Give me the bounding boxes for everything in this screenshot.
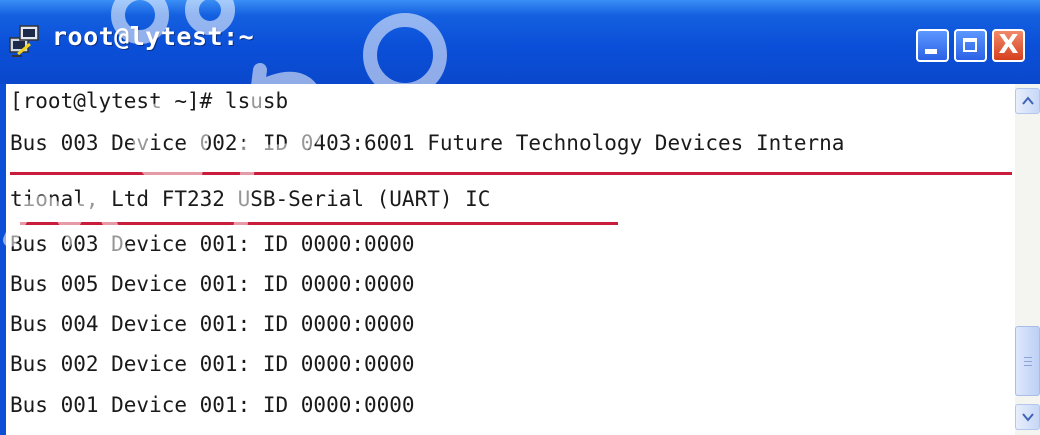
- scroll-up-button[interactable]: [1015, 88, 1040, 114]
- terminal-line: Bus 004 Device 001: ID 0000:0000: [10, 312, 415, 336]
- vertical-scrollbar[interactable]: [1015, 84, 1040, 435]
- minimize-icon: [925, 49, 937, 54]
- terminal-output[interactable]: [root@lytest ~]# lsusb Bus 003 Device 00…: [6, 84, 1012, 435]
- maximize-icon: [963, 38, 977, 52]
- terminal-client-area: [root@lytest ~]# lsusb Bus 003 Device 00…: [6, 84, 1040, 435]
- grip-line: [1024, 365, 1032, 366]
- terminal-line: Bus 003 Device 002: ID 0403:6001 Future …: [10, 131, 845, 155]
- scrollbar-thumb[interactable]: [1015, 326, 1040, 396]
- terminal-line: Bus 001 Device 001: ID 0000:0000: [10, 393, 415, 417]
- close-icon: X: [998, 30, 1019, 60]
- maximize-button[interactable]: [954, 29, 987, 62]
- highlight-underline: [10, 172, 1012, 175]
- putty-terminal-icon: [9, 25, 39, 57]
- title-bar[interactable]: root@lytest:~ X: [0, 0, 1040, 84]
- scroll-up-icon: [1021, 96, 1034, 105]
- terminal-line-prompt: [root@lytest ~]# lsusb: [10, 89, 289, 113]
- window-title: root@lytest:~: [52, 22, 255, 51]
- grip-line: [1024, 357, 1032, 358]
- minimize-button[interactable]: [916, 29, 949, 62]
- terminal-line: Bus 003 Device 001: ID 0000:0000: [10, 232, 415, 256]
- terminal-line: Bus 005 Device 001: ID 0000:0000: [10, 272, 415, 296]
- terminal-line: tional, Ltd FT232 USB-Serial (UART) IC: [10, 187, 491, 211]
- terminal-line: Bus 002 Device 001: ID 0000:0000: [10, 352, 415, 376]
- close-button[interactable]: X: [992, 29, 1025, 62]
- grip-line: [1024, 361, 1032, 362]
- scroll-down-icon: [1021, 413, 1034, 422]
- highlight-underline: [20, 222, 618, 225]
- scroll-down-button[interactable]: [1015, 404, 1040, 430]
- terminal-window: root@lytest:~ X [root@lytest ~]# lsusb B…: [0, 0, 1040, 435]
